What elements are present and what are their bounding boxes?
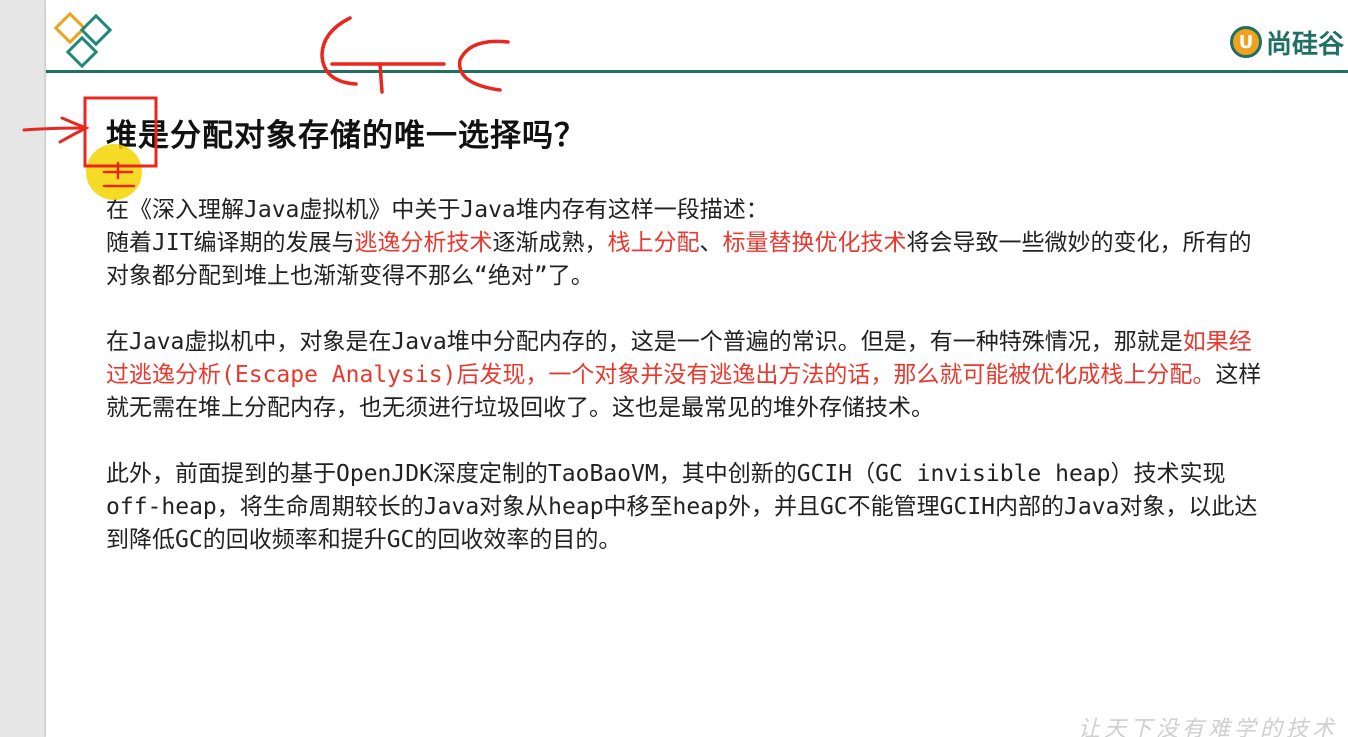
paragraph-3: 此外，前面提到的基于OpenJDK深度定制的TaoBaoVM，其中创新的GCIH… bbox=[106, 458, 1266, 557]
handwritten-gc-text: GC bbox=[0, 0, 22, 4]
p1-highlight-2: 栈上分配 bbox=[607, 230, 700, 256]
body-text: 在《深入理解Java虚拟机》中关于Java堆内存有这样一段描述： 随着JIT编译… bbox=[106, 194, 1266, 590]
p1-text-b: 逐渐成熟， bbox=[492, 230, 608, 256]
paragraph-2: 在Java虚拟机中，对象是在Java堆中分配内存的，这是一个普遍的常识。但是，有… bbox=[106, 326, 1266, 425]
brand: U 尚硅谷 bbox=[1230, 22, 1348, 62]
diamond-logo-icon bbox=[53, 12, 113, 69]
header-rule bbox=[46, 70, 1348, 73]
p1-text-a: 随着JIT编译期的发展与 bbox=[106, 230, 355, 256]
p1-highlight-1: 逃逸分析技术 bbox=[354, 230, 493, 256]
page-title: 堆是分配对象存储的唯一选择吗？ bbox=[106, 118, 586, 154]
p3-text: 此外，前面提到的基于OpenJDK深度定制的TaoBaoVM，其中创新的GCIH… bbox=[106, 461, 1258, 553]
screen: 让天下没有难学的技术 U 尚硅谷 堆是分配对象存储的唯一选择吗？ 在《深入理解J… bbox=[0, 0, 1348, 737]
brand-text: 尚硅谷 bbox=[1266, 29, 1345, 60]
paragraph-1: 在《深入理解Java虚拟机》中关于Java堆内存有这样一段描述： 随着JIT编译… bbox=[106, 194, 1266, 293]
watermark: 让天下没有难学的技术 bbox=[1077, 717, 1338, 737]
p1-highlight-3: 标量替换优化技术 bbox=[722, 230, 907, 256]
p1-line1: 在《深入理解Java虚拟机》中关于Java堆内存有这样一段描述： bbox=[106, 197, 769, 223]
p1-text-c: 、 bbox=[699, 230, 723, 256]
brand-logo-icon: U bbox=[1230, 26, 1262, 58]
p2-text-a: 在Java虚拟机中，对象是在Java堆中分配内存的，这是一个普遍的常识。但是，有… bbox=[106, 329, 1183, 355]
